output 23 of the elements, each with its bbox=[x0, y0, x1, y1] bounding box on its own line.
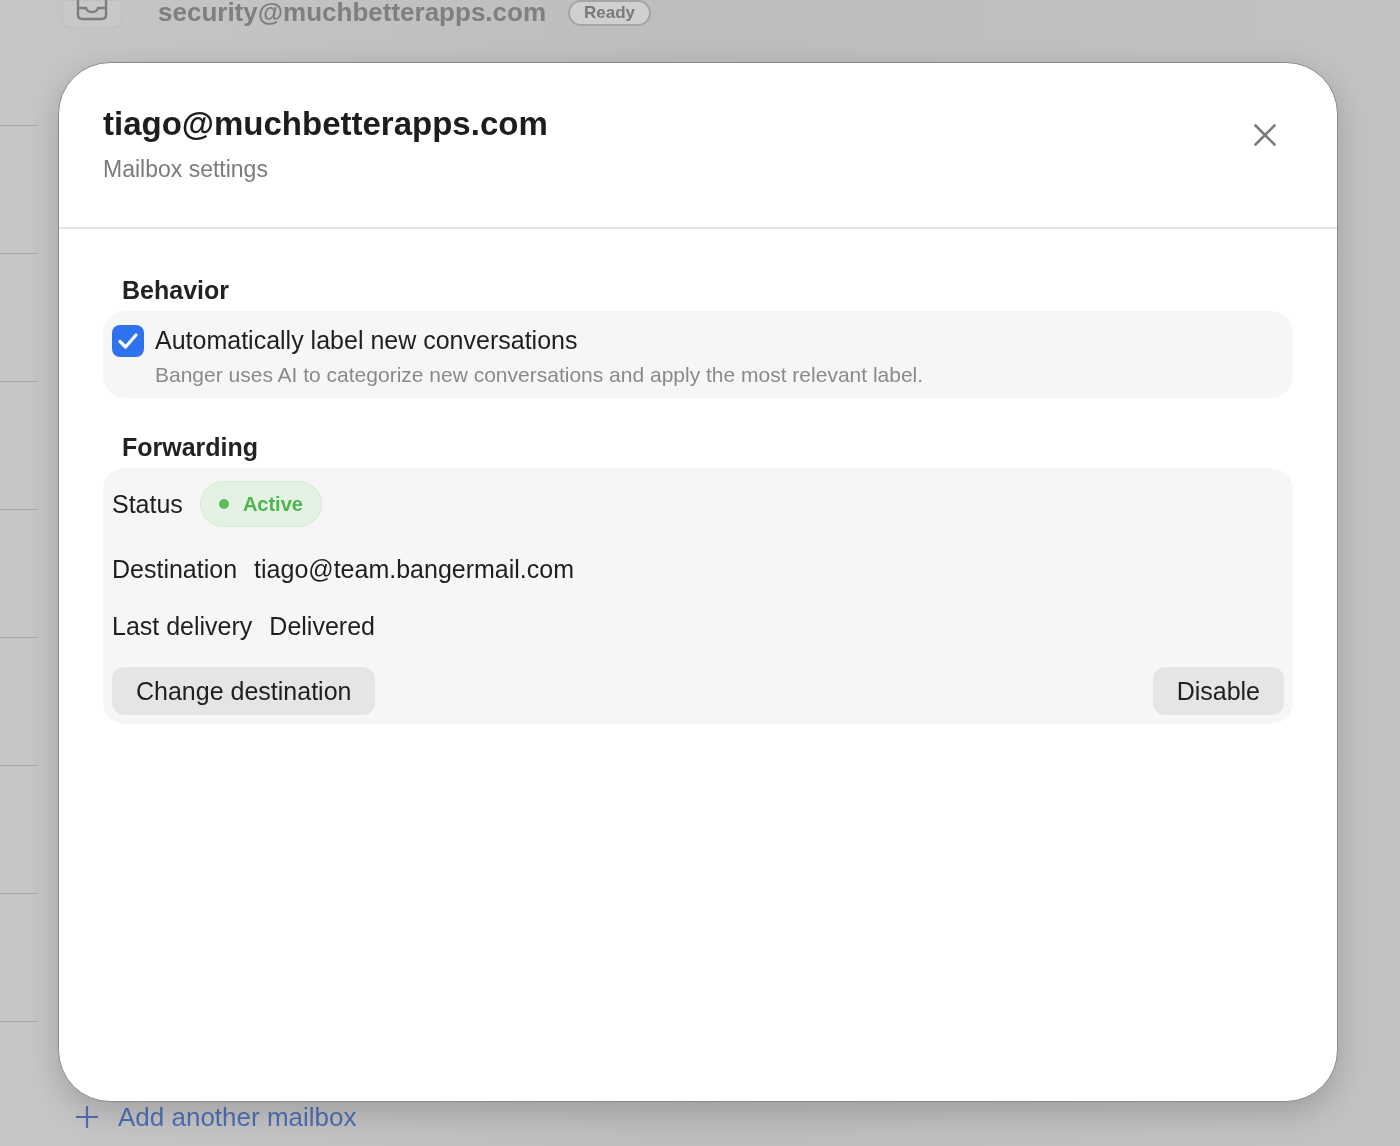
checkmark-icon bbox=[118, 333, 138, 349]
option-label: Automatically label new conversations bbox=[155, 325, 578, 356]
dialog-title: tiago@muchbetterapps.com bbox=[103, 104, 548, 144]
detail-label: Destination bbox=[112, 554, 238, 584]
detail-value: tiago@team.bangermail.com bbox=[254, 554, 575, 584]
tray-icon bbox=[62, 0, 122, 28]
section-heading: Forwarding bbox=[122, 432, 259, 462]
action-button[interactable]: Disable bbox=[1152, 667, 1284, 715]
checkbox[interactable] bbox=[112, 325, 144, 357]
status-dot-icon bbox=[218, 499, 229, 509]
close-icon bbox=[1254, 124, 1276, 146]
section-heading: Behavior bbox=[122, 275, 229, 305]
option-description: Banger uses AI to categorize new conversations and apply the most relevant label. bbox=[155, 362, 924, 388]
action-button[interactable]: Change destination bbox=[112, 667, 376, 715]
detail-label: Status bbox=[112, 489, 183, 519]
status-badge: Ready bbox=[568, 0, 652, 26]
status-value: Active bbox=[242, 492, 303, 516]
mailbox-address: security@muchbetterapps.com bbox=[158, 0, 547, 24]
dialog-subtitle: Mailbox settings bbox=[103, 155, 268, 183]
detail-value: Delivered bbox=[269, 611, 375, 641]
plus-icon bbox=[76, 1106, 98, 1128]
close-button[interactable] bbox=[1254, 124, 1276, 146]
detail-label: Last delivery bbox=[112, 611, 253, 641]
